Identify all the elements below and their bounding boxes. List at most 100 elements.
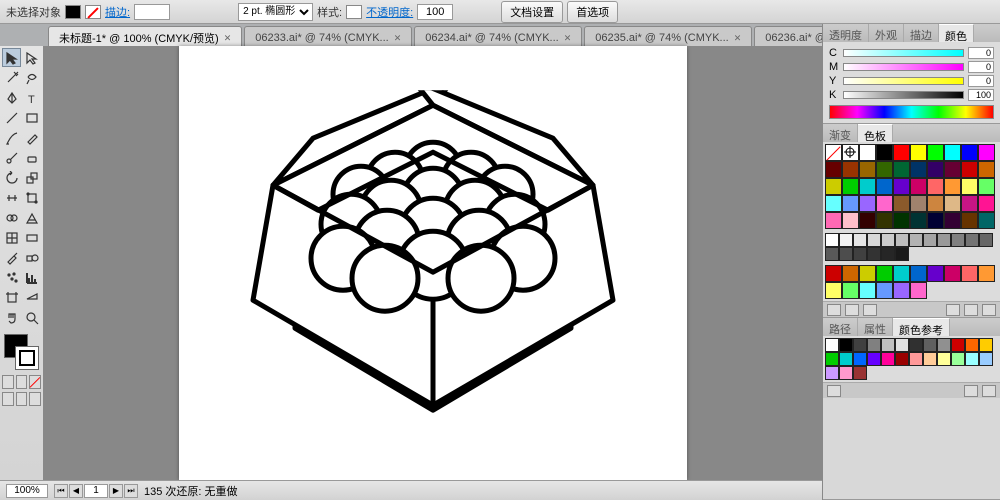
swatch[interactable] [859, 265, 876, 282]
close-icon[interactable]: ✕ [224, 33, 232, 44]
swatch[interactable] [965, 338, 979, 352]
preferences-button[interactable]: 首选项 [567, 1, 618, 23]
swatch[interactable] [910, 212, 927, 229]
swatch-lib-icon[interactable] [827, 304, 841, 316]
swatch[interactable] [825, 233, 839, 247]
swatch[interactable] [842, 265, 859, 282]
swatch[interactable] [881, 352, 895, 366]
new-group-icon[interactable] [946, 304, 960, 316]
swatch[interactable] [961, 161, 978, 178]
direct-selection-tool[interactable] [22, 48, 41, 67]
swatch[interactable] [944, 178, 961, 195]
swatch[interactable] [839, 338, 853, 352]
type-tool[interactable]: T [22, 88, 41, 107]
eraser-tool[interactable] [22, 148, 41, 167]
registration-swatch[interactable] [842, 144, 859, 161]
magic-wand-tool[interactable] [2, 68, 21, 87]
pen-tool[interactable] [2, 88, 21, 107]
gradient-tab[interactable]: 渐变 [823, 124, 858, 142]
swatch[interactable] [927, 195, 944, 212]
swatch[interactable] [979, 233, 993, 247]
swatch[interactable] [839, 352, 853, 366]
guide-save-icon[interactable] [982, 385, 996, 397]
magenta-slider[interactable] [843, 63, 964, 71]
swatch[interactable] [979, 338, 993, 352]
symbol-sprayer-tool[interactable] [2, 268, 21, 287]
swatch[interactable] [867, 247, 881, 261]
color-mode[interactable] [2, 375, 14, 389]
prev-page-button[interactable]: ◀ [69, 484, 83, 498]
swatch[interactable] [978, 265, 995, 282]
swatch[interactable] [853, 366, 867, 380]
document-tab[interactable]: 06235.ai* @ 74% (CMYK...✕ [584, 26, 752, 46]
swatch[interactable] [853, 233, 867, 247]
line-tool[interactable] [2, 108, 21, 127]
selection-tool[interactable] [2, 48, 21, 67]
swatch[interactable] [978, 178, 995, 195]
stroke-box[interactable] [15, 346, 39, 370]
swatch[interactable] [842, 195, 859, 212]
swatch[interactable] [937, 338, 951, 352]
swatch[interactable] [859, 161, 876, 178]
swatch[interactable] [910, 161, 927, 178]
swatch[interactable] [937, 233, 951, 247]
trash-icon[interactable] [982, 304, 996, 316]
swatch[interactable] [895, 247, 909, 261]
swatch[interactable] [978, 144, 995, 161]
draw-inside[interactable] [29, 392, 41, 406]
swatch[interactable] [944, 212, 961, 229]
fill-stroke-control[interactable] [2, 332, 41, 372]
swatch[interactable] [881, 233, 895, 247]
pathfinder-tab[interactable]: 路径 [823, 318, 858, 336]
eyedropper-tool[interactable] [2, 248, 21, 267]
blend-tool[interactable] [22, 248, 41, 267]
stroke-tab[interactable]: 描边 [904, 24, 939, 42]
swatch[interactable] [893, 144, 910, 161]
swatch[interactable] [893, 195, 910, 212]
swatch[interactable] [910, 265, 927, 282]
swatch[interactable] [876, 195, 893, 212]
swatch[interactable] [951, 352, 965, 366]
swatch[interactable] [839, 247, 853, 261]
swatch[interactable] [853, 247, 867, 261]
swatch[interactable] [876, 212, 893, 229]
close-icon[interactable]: ✕ [394, 33, 402, 44]
style-swatch[interactable] [346, 5, 362, 19]
swatch[interactable] [825, 366, 839, 380]
new-swatch-icon[interactable] [964, 304, 978, 316]
fill-swatch[interactable] [65, 5, 81, 19]
swatch[interactable] [876, 282, 893, 299]
swatch[interactable] [961, 195, 978, 212]
swatch[interactable] [910, 144, 927, 161]
guide-lib-icon[interactable] [827, 385, 841, 397]
swatch[interactable] [893, 265, 910, 282]
swatch[interactable] [910, 195, 927, 212]
swatch[interactable] [859, 282, 876, 299]
swatch[interactable] [839, 366, 853, 380]
mesh-tool[interactable] [2, 228, 21, 247]
swatch[interactable] [881, 338, 895, 352]
swatch[interactable] [825, 161, 842, 178]
lasso-tool[interactable] [22, 68, 41, 87]
opacity-label[interactable]: 不透明度: [366, 4, 413, 20]
first-page-button[interactable]: ⏮ [54, 484, 68, 498]
free-transform-tool[interactable] [22, 188, 41, 207]
appearance-tab[interactable]: 外观 [869, 24, 904, 42]
swatch[interactable] [859, 144, 876, 161]
swatch[interactable] [927, 161, 944, 178]
swatch-options-icon[interactable] [863, 304, 877, 316]
yellow-slider[interactable] [843, 77, 964, 85]
swatch[interactable] [825, 195, 842, 212]
swatch[interactable] [893, 178, 910, 195]
swatch[interactable] [944, 195, 961, 212]
artboard-tool[interactable] [2, 288, 21, 307]
swatch[interactable] [923, 352, 937, 366]
last-page-button[interactable]: ⏭ [124, 484, 138, 498]
swatch[interactable] [944, 265, 961, 282]
swatch[interactable] [842, 282, 859, 299]
swatch[interactable] [895, 352, 909, 366]
none-swatch[interactable] [825, 144, 842, 161]
swatch[interactable] [909, 352, 923, 366]
swatch[interactable] [876, 144, 893, 161]
swatch[interactable] [876, 265, 893, 282]
